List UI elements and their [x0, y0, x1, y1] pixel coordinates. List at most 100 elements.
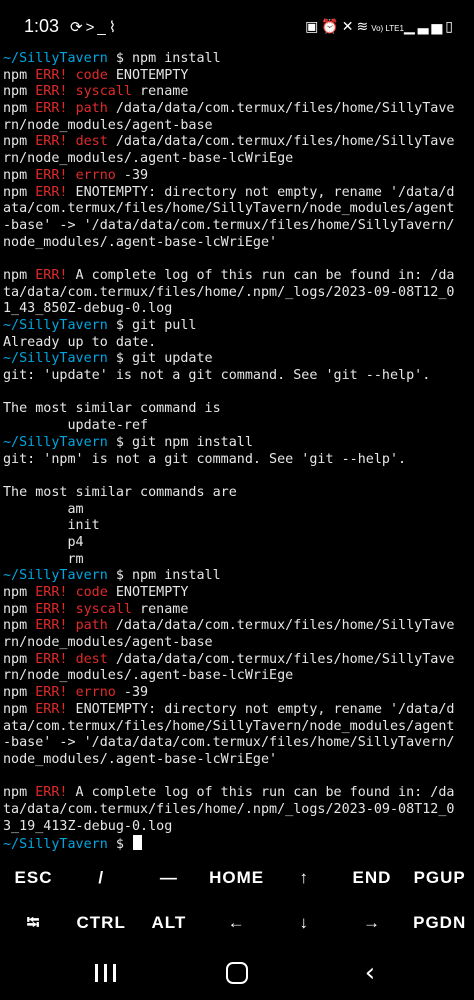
terminal-line: ~/SillyTavern $: [3, 835, 471, 852]
error-tag: ERR!: [35, 701, 68, 717]
error-tag: syscall: [75, 601, 132, 617]
error-tag: ERR!: [35, 685, 68, 701]
terminal-text: 1_43_850Z-debug-0.log: [3, 301, 173, 317]
error-tag: dest: [75, 651, 108, 667]
terminal-line: git: 'npm' is not a git command. See 'gi…: [3, 452, 471, 469]
terminal-text: ata/com.termux/files/home/SillyTavern/no…: [3, 718, 455, 734]
error-tag: ERR!: [35, 101, 68, 117]
terminal-line: -base' -> '/data/data/com.termux/files/h…: [3, 218, 471, 235]
terminal-text: -39: [115, 685, 149, 701]
status-bar: 1:03 ⟳>_⌇ ▣⏰✕≋Vo) LTE1▁▃▅▯: [0, 0, 474, 52]
terminal-text: -base' -> '/data/data/com.termux/files/h…: [3, 217, 455, 233]
extra-keys-row-2: ⭾ CTRL ALT ← ↓ → PGDN: [0, 901, 474, 945]
terminal-text: ENOTEMPTY: [107, 585, 189, 600]
terminal-text: update-ref: [3, 418, 149, 434]
terminal-text: $: [107, 837, 132, 852]
terminal-line: npm ERR! errno -39: [3, 168, 471, 185]
key-alt-button[interactable]: ALT: [135, 901, 202, 945]
key-arrow-up-icon[interactable]: ↑: [271, 856, 338, 900]
key-ctrl-button[interactable]: CTRL: [68, 901, 135, 945]
terminal-line: am: [3, 502, 471, 519]
terminal-text: npm: [3, 67, 36, 83]
wifi-icon: ≋: [356, 18, 372, 34]
terminal-text: ta/data/com.termux/files/home/.npm/_logs…: [3, 284, 455, 300]
terminal-text: A complete log of this run can be found …: [67, 785, 455, 801]
prompt-path: ~/SillyTavern: [3, 568, 108, 584]
terminal-text: rn/node_modules/agent-base: [3, 117, 213, 133]
terminal-line: ~/SillyTavern $ git update: [3, 351, 471, 368]
terminal-text: rm: [3, 551, 84, 567]
terminal-text: rn/node_modules/.agent-base-lcWriEge: [3, 668, 294, 684]
error-tag: ERR!: [35, 651, 68, 667]
key-arrow-down-icon[interactable]: ↓: [271, 901, 338, 945]
terminal-text: npm: [3, 651, 36, 667]
terminal-line: rn/node_modules/.agent-base-lcWriEge: [3, 151, 471, 168]
terminal-text: npm: [3, 134, 36, 150]
error-tag: path: [75, 618, 108, 634]
terminal-line: node_modules/.agent-base-lcWriEge': [3, 235, 471, 252]
error-tag: errno: [75, 167, 116, 183]
error-tag: path: [75, 101, 108, 117]
error-tag: code: [75, 67, 108, 83]
terminal-text: /data/data/com.termux/files/home/SillyTa…: [107, 651, 455, 667]
key-tab-icon[interactable]: ⭾: [0, 901, 67, 945]
home-icon[interactable]: [207, 958, 267, 988]
error-tag: ERR!: [35, 585, 68, 600]
terminal-text: am: [3, 501, 84, 517]
terminal-line: init: [3, 518, 471, 535]
key-home-button[interactable]: HOME: [203, 856, 270, 900]
key-pgdn-button[interactable]: PGDN: [406, 901, 473, 945]
terminal-text: npm: [3, 785, 36, 801]
terminal-text: Already up to date.: [3, 334, 157, 350]
terminal-text: ata/com.termux/files/home/SillyTavern/no…: [3, 201, 455, 217]
terminal-text: -39: [115, 167, 149, 183]
status-right-icons: ▣⏰✕≋Vo) LTE1▁▃▅▯: [305, 18, 456, 35]
key-dash-button[interactable]: —: [135, 856, 202, 900]
status-time: 1:03: [24, 16, 60, 36]
extra-keys-bar: ESC / — HOME ↑ END PGUP ⭾ CTRL ALT ← ↓ → PGDN: [0, 856, 474, 944]
key-pgup-button[interactable]: PGUP: [406, 856, 473, 900]
error-tag: ERR!: [35, 601, 68, 617]
terminal-line: npm ERR! syscall rename: [3, 602, 471, 619]
mute-icon: ✕: [341, 18, 357, 34]
battery-saver-icon: ▣: [305, 18, 322, 34]
prompt-path: ~/SillyTavern: [3, 837, 108, 852]
terminal-text: node_modules/.agent-base-lcWriEge': [3, 234, 278, 250]
key-slash-button[interactable]: /: [68, 856, 135, 900]
paperclip-icon: ⌇: [108, 19, 120, 36]
alarm-icon: ⏰: [321, 18, 342, 34]
terminal-line: 3_19_413Z-debug-0.log: [3, 819, 471, 836]
terminal-text: npm: [3, 585, 36, 600]
key-esc-button[interactable]: ESC: [0, 856, 67, 900]
terminal-text: $ git npm install: [107, 434, 253, 450]
error-tag: ERR!: [35, 785, 68, 801]
back-icon[interactable]: ‹: [340, 958, 400, 988]
terminal-output[interactable]: ~/SillyTavern $ npm install npm ERR! code…: [3, 51, 471, 856]
terminal-line: npm ERR! dest /data/data/com.termux/file…: [3, 652, 471, 669]
terminal-line: npm ERR! syscall rename: [3, 84, 471, 101]
terminal-line: npm ERR! ENOTEMPTY: directory not empty,…: [3, 185, 471, 202]
navigation-bar: ‹: [0, 944, 474, 1000]
terminal-text: npm: [3, 701, 36, 717]
recent-apps-icon[interactable]: [75, 958, 135, 988]
extra-keys-row-1: ESC / — HOME ↑ END PGUP: [0, 856, 474, 900]
terminal-line: git: 'update' is not a git command. See …: [3, 368, 471, 385]
terminal-text: npm: [3, 601, 36, 617]
terminal-text: The most similar command is: [3, 401, 221, 417]
key-end-button[interactable]: END: [339, 856, 406, 900]
terminal-line: rn/node_modules/agent-base: [3, 635, 471, 652]
key-arrow-right-icon[interactable]: →: [339, 901, 406, 945]
terminal-line: ta/data/com.termux/files/home/.npm/_logs…: [3, 285, 471, 302]
terminal-line: The most similar command is: [3, 401, 471, 418]
error-tag: ERR!: [35, 618, 68, 634]
terminal-text: $ npm install: [107, 568, 221, 584]
terminal-line: update-ref: [3, 418, 471, 435]
key-arrow-left-icon[interactable]: ←: [203, 901, 270, 945]
terminal-line: npm ERR! code ENOTEMPTY: [3, 585, 471, 602]
terminal-line: rn/node_modules/.agent-base-lcWriEge: [3, 668, 471, 685]
